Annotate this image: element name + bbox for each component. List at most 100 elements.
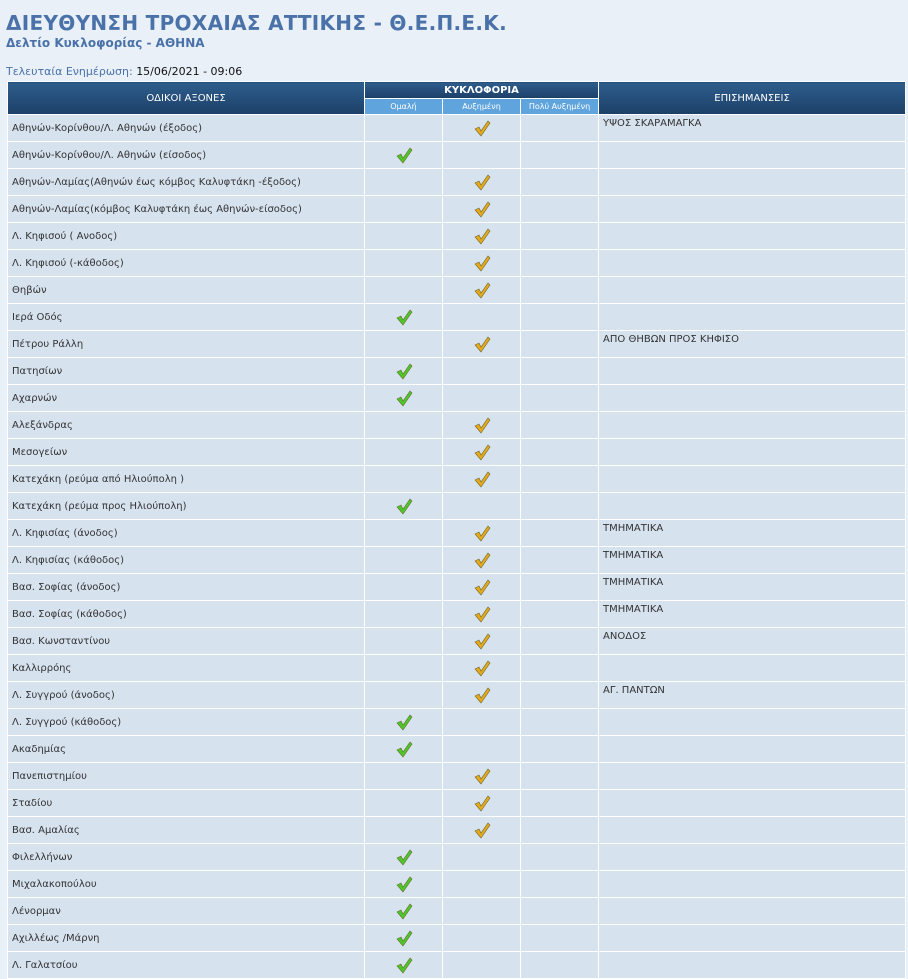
traffic-cell-increased <box>442 600 521 628</box>
traffic-cell-very <box>519 843 600 871</box>
orange-check-icon <box>474 795 490 812</box>
road-name: Ιερά Οδός <box>7 303 365 331</box>
table-row: Ιερά Οδός <box>7 303 907 331</box>
last-updated-value: 15/06/2021 - 09:06 <box>136 65 243 78</box>
green-check-icon <box>396 741 412 758</box>
traffic-cell-very <box>519 492 600 520</box>
green-check-icon <box>396 147 412 164</box>
traffic-cell-very <box>519 951 600 979</box>
table-row: Αθηνών-Λαμίας(Αθηνών έως κόμβος Καλυφτάκ… <box>7 168 907 196</box>
road-name: Λ. Συγγρού (κάθοδος) <box>7 708 365 736</box>
table-row: Πατησίων <box>7 357 907 385</box>
note-cell <box>598 816 907 844</box>
road-name: Λ. Κηφισίας (άνοδος) <box>7 519 365 547</box>
road-name: Βασ. Αμαλίας <box>7 816 365 844</box>
traffic-cell-normal <box>364 681 443 709</box>
table-row: Βασ. Σοφίας (άνοδος) ΤΜΗΜΑΤΙΚΑ <box>7 573 907 601</box>
note-cell <box>598 843 907 871</box>
note-cell: ΑΓ. ΠΑΝΤΩΝ <box>598 681 907 709</box>
orange-check-icon <box>474 201 490 218</box>
note-cell <box>598 141 907 169</box>
traffic-cell-very <box>519 600 600 628</box>
orange-check-icon <box>474 120 490 137</box>
traffic-cell-increased <box>442 276 521 304</box>
traffic-rows: Αθηνών-Κορίνθου/Λ. Αθηνών (έξοδος) ΥΨΟΣ Σ… <box>7 114 907 979</box>
orange-check-icon <box>474 444 490 461</box>
traffic-cell-increased <box>442 789 521 817</box>
traffic-cell-normal <box>364 735 443 763</box>
traffic-cell-normal <box>364 843 443 871</box>
traffic-table: ΟΔΙΚΟΙ ΑΞΟΝΕΣ ΚΥΚΛΟΦΟΡΙΑ ΕΠΙΣΗΜΑΝΣΕΙΣ Ομ… <box>7 81 907 979</box>
note-cell <box>598 762 907 790</box>
orange-check-icon <box>474 471 490 488</box>
traffic-cell-normal <box>364 141 443 169</box>
table-row: Βασ. Κωνσταντίνου ΑΝΟΔΟΣ <box>7 627 907 655</box>
traffic-cell-very <box>519 627 600 655</box>
orange-check-icon <box>474 660 490 677</box>
page-subtitle: Δελτίο Κυκλοφορίας - ΑΘΗΝΑ <box>6 36 205 50</box>
green-check-icon <box>396 930 412 947</box>
note-cell <box>598 168 907 196</box>
traffic-cell-very <box>519 870 600 898</box>
table-row: Λ. Κηφισού ( Ανοδος) <box>7 222 907 250</box>
table-row: Μιχαλακοπούλου <box>7 870 907 898</box>
table-row: Καλλιρρόης <box>7 654 907 682</box>
page-title: ΔΙΕΥΘΥΝΣΗ ΤΡΟΧΑΙΑΣ ΑΤΤΙΚΗΣ - Θ.Ε.Π.Ε.Κ. <box>6 11 507 35</box>
road-name: Ακαδημίας <box>7 735 365 763</box>
road-name: Αλεξάνδρας <box>7 411 365 439</box>
table-row: Βασ. Αμαλίας <box>7 816 907 844</box>
last-updated-label: Τελευταία Ενημέρωση: <box>6 65 133 78</box>
note-cell <box>598 735 907 763</box>
green-check-icon <box>396 714 412 731</box>
orange-check-icon <box>474 228 490 245</box>
table-row: Λ. Κηφισού (-κάθοδος) <box>7 249 907 277</box>
note-cell: ΤΜΗΜΑΤΙΚΑ <box>598 573 907 601</box>
column-header-traffic: ΚΥΚΛΟΦΟΡΙΑ <box>363 81 600 99</box>
column-header-increased: Αυξημένη <box>442 98 521 115</box>
road-name: Πανεπιστημίου <box>7 762 365 790</box>
traffic-cell-very <box>519 546 600 574</box>
orange-check-icon <box>474 606 490 623</box>
table-row: Φιλελλήνων <box>7 843 907 871</box>
orange-check-icon <box>474 336 490 353</box>
note-cell <box>598 303 907 331</box>
traffic-cell-normal <box>364 924 443 952</box>
traffic-cell-increased <box>442 114 521 142</box>
table-row: Κατεχάκη (ρεύμα προς Ηλιούπολη) <box>7 492 907 520</box>
green-check-icon <box>396 876 412 893</box>
road-name: Λ. Κηφισίας (κάθοδος) <box>7 546 365 574</box>
traffic-cell-increased <box>442 384 521 412</box>
traffic-cell-increased <box>442 627 521 655</box>
table-row: Λ. Συγγρού (κάθοδος) <box>7 708 907 736</box>
note-cell <box>598 465 907 493</box>
note-cell: ΑΠΟ ΘΗΒΩΝ ΠΡΟΣ ΚΗΦΙΣΟ <box>598 330 907 358</box>
traffic-cell-normal <box>364 600 443 628</box>
road-name: Πέτρου Ράλλη <box>7 330 365 358</box>
table-row: Αχιλλέως /Μάρνη <box>7 924 907 952</box>
note-cell <box>598 897 907 925</box>
traffic-cell-very <box>519 654 600 682</box>
traffic-cell-very <box>519 114 600 142</box>
road-name: Λ. Συγγρού (άνοδος) <box>7 681 365 709</box>
note-cell <box>598 276 907 304</box>
note-cell <box>598 708 907 736</box>
table-row: Αθηνών-Κορίνθου/Λ. Αθηνών (έξοδος) ΥΨΟΣ Σ… <box>7 114 907 142</box>
traffic-cell-very <box>519 411 600 439</box>
note-cell <box>598 384 907 412</box>
note-cell: ΤΜΗΜΑΤΙΚΑ <box>598 600 907 628</box>
traffic-cell-increased <box>442 546 521 574</box>
traffic-cell-increased <box>442 951 521 979</box>
road-name: Πατησίων <box>7 357 365 385</box>
green-check-icon <box>396 498 412 515</box>
traffic-cell-very <box>519 708 600 736</box>
table-row: Κατεχάκη (ρεύμα από Ηλιούπολη ) <box>7 465 907 493</box>
traffic-cell-very <box>519 384 600 412</box>
traffic-cell-normal <box>364 114 443 142</box>
traffic-cell-increased <box>442 492 521 520</box>
traffic-cell-very <box>519 789 600 817</box>
traffic-cell-normal <box>364 465 443 493</box>
traffic-cell-very <box>519 438 600 466</box>
traffic-cell-very <box>519 735 600 763</box>
road-name: Αχαρνών <box>7 384 365 412</box>
note-cell: ΤΜΗΜΑΤΙΚΑ <box>598 519 907 547</box>
